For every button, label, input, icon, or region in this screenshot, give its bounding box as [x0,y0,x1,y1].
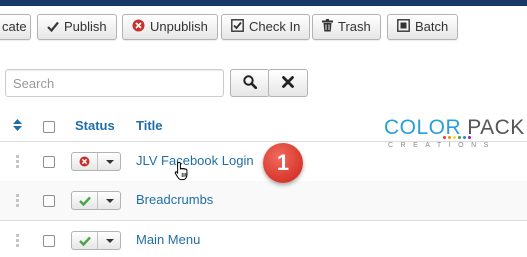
clear-search-button[interactable] [268,69,308,97]
logo-word-pack: PACK [467,116,525,139]
unpublished-icon [72,153,98,170]
status-toggle[interactable] [71,231,121,250]
duplicate-button[interactable]: cate [0,14,31,40]
checkbox-checked-icon [231,19,244,32]
row-title-link[interactable]: JLV Facebook Login [136,153,254,168]
published-check-icon [72,192,98,209]
logo-color-dots [443,136,471,139]
search-icon [243,74,258,92]
drag-handle-icon[interactable] [16,155,20,169]
title-column-header[interactable]: Title [136,118,163,133]
row-checkbox[interactable] [43,195,55,207]
admin-header-bar [0,0,527,6]
search-input[interactable] [5,69,224,97]
status-column-header[interactable]: Status [75,118,115,133]
colorpack-watermark-logo: COLOR PACK CREATIONS [384,117,524,157]
batch-label: Batch [415,19,449,34]
trash-label: Trash [338,19,371,34]
chevron-down-icon [106,199,114,203]
status-toggle[interactable] [71,191,121,210]
row-title-link[interactable]: Main Menu [136,232,200,247]
hand-pointer-cursor-icon [174,161,190,184]
batch-square-icon [397,19,410,32]
duplicate-label: cate [2,19,27,34]
check-in-label: Check In [249,19,301,34]
status-toggle[interactable] [71,152,121,171]
logo-subtitle: CREATIONS [388,142,496,149]
publish-button[interactable]: Publish [37,14,117,40]
drag-handle-icon[interactable] [16,194,20,208]
unpublish-label: Unpublish [150,19,208,34]
search-button[interactable] [230,69,270,97]
chevron-down-icon [106,160,114,164]
trash-button[interactable]: Trash [312,14,381,40]
batch-button[interactable]: Batch [387,14,459,40]
row-title-link[interactable]: Breadcrumbs [136,192,213,207]
select-all-checkbox[interactable] [43,121,55,133]
table-row: Main Menu [0,221,527,257]
publish-label: Publish [64,19,107,34]
row-checkbox[interactable] [43,235,55,247]
step-number-badge: 1 [263,143,303,183]
row-checkbox[interactable] [43,156,55,168]
table-row: Breadcrumbs [0,181,527,221]
check-icon [47,21,59,32]
published-check-icon [72,232,98,249]
sort-order-icon[interactable] [13,119,22,134]
chevron-down-icon [106,239,114,243]
unpublish-button[interactable]: Unpublish [122,14,218,40]
close-icon [282,75,294,91]
drag-handle-icon[interactable] [16,234,20,248]
trash-icon [322,19,333,32]
unpublish-circle-x-icon [132,19,145,32]
check-in-button[interactable]: Check In [221,14,311,40]
